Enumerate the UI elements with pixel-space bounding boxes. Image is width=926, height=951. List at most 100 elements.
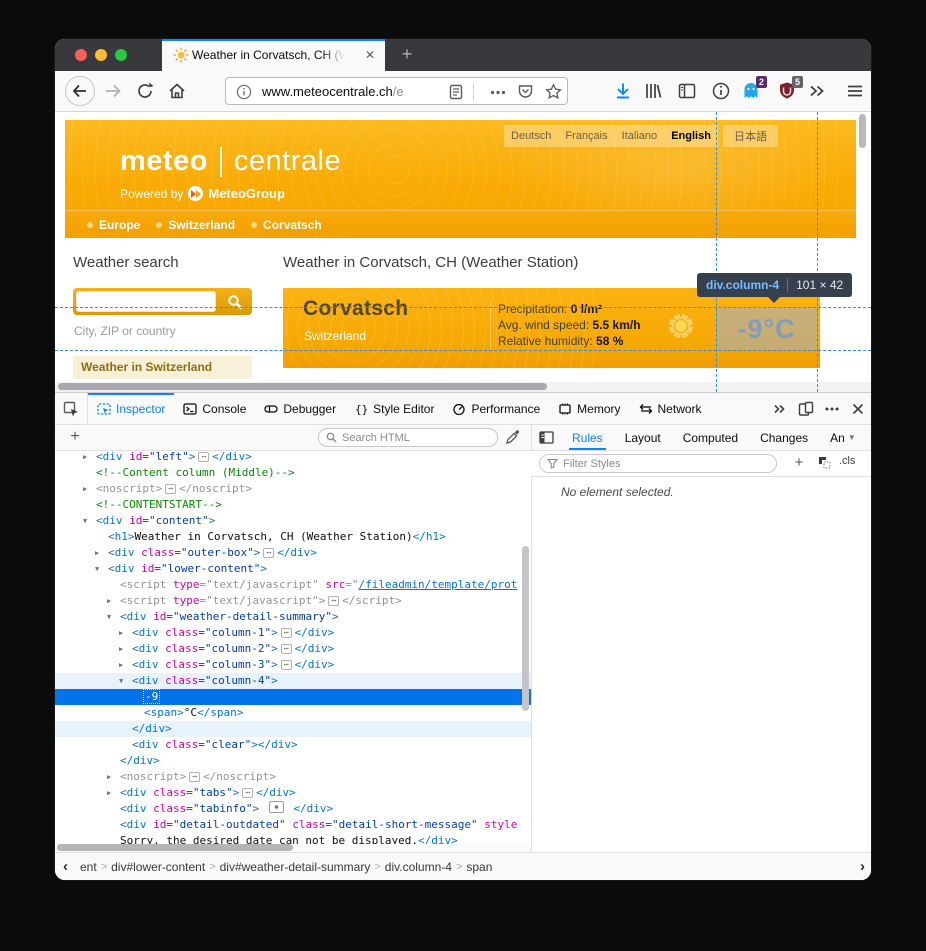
bookmark-star-icon[interactable] xyxy=(545,83,562,100)
breadcrumb-scroll-right-icon[interactable]: › xyxy=(860,858,865,875)
markup-horizontal-scrollbar-thumb[interactable] xyxy=(57,844,293,851)
markup-row[interactable]: <h1>Weather in Corvatsch, CH (Weather St… xyxy=(55,529,531,545)
site-logo[interactable]: meteo centrale xyxy=(120,145,341,178)
markup-row[interactable]: ▶<div class="tabs">⋯</div> xyxy=(55,785,531,801)
url-text[interactable]: www.meteocentrale.ch/e xyxy=(262,84,404,99)
ublock-icon[interactable]: 5 xyxy=(777,81,797,101)
expand-arrow-icon[interactable]: ▶ xyxy=(107,785,111,801)
site-breadcrumb-item[interactable]: Switzerland xyxy=(156,218,235,232)
downloads-icon[interactable] xyxy=(613,81,633,101)
collapse-arrow-icon[interactable]: ▼ xyxy=(119,673,123,689)
language-link-0[interactable]: Deutsch xyxy=(505,130,557,142)
markup-row[interactable]: ▶<script type="text/javascript">⋯</scrip… xyxy=(55,593,531,609)
ellipsis-pill[interactable]: ⋯ xyxy=(189,772,200,782)
cls-button[interactable]: .cls xyxy=(839,455,856,467)
tab-close-icon[interactable]: ✕ xyxy=(362,47,378,63)
markup-row[interactable]: ▶<noscript>⋯</noscript> xyxy=(55,481,531,497)
expand-arrow-icon[interactable]: ▶ xyxy=(95,545,99,561)
markup-vertical-scrollbar-thumb[interactable] xyxy=(522,546,529,711)
markup-row[interactable]: <script type="text/javascript" src="/fil… xyxy=(55,577,531,593)
devtools-tab-network[interactable]: Network xyxy=(630,393,711,424)
hamburger-menu-icon[interactable] xyxy=(845,81,865,101)
forward-button[interactable] xyxy=(103,81,123,101)
url-bar[interactable]: www.meteocentrale.ch/e xyxy=(225,77,568,105)
markup-row[interactable]: ▶<div class="column-1">⋯</div> xyxy=(55,625,531,641)
collapse-arrow-icon[interactable]: ▼ xyxy=(83,513,87,529)
sidebar-tab-rules[interactable]: Rules xyxy=(561,425,614,450)
devtools-meatball-menu-icon[interactable] xyxy=(819,407,845,411)
ellipsis-pill[interactable]: ⋯ xyxy=(198,452,209,462)
sidebar-tab-computed[interactable]: Computed xyxy=(672,425,749,450)
page-horizontal-scrollbar-thumb[interactable] xyxy=(58,383,547,390)
page-vertical-scrollbar-thumb[interactable] xyxy=(859,114,866,148)
library-icon[interactable] xyxy=(643,81,663,101)
markup-row[interactable]: <!--CONTENTSTART--> xyxy=(55,497,531,513)
browser-tab[interactable]: Weather in Corvatsch, CH (Wea ✕ xyxy=(162,39,385,71)
markup-row[interactable]: <span>°C</span> xyxy=(55,705,531,721)
ellipsis-pill[interactable]: ⋯ xyxy=(281,628,292,638)
devtools-breadcrumb-item[interactable]: span xyxy=(466,860,492,874)
language-link-3[interactable]: English xyxy=(665,130,717,142)
ellipsis-pill[interactable]: ⋯ xyxy=(281,660,292,670)
markup-row[interactable]: ▶<div id="left">⋯</div> xyxy=(55,449,531,465)
panel-divider[interactable] xyxy=(531,425,532,852)
sidebar-link-switzerland[interactable]: Weather in Switzerland xyxy=(73,356,252,379)
extension-info-icon[interactable] xyxy=(711,81,731,101)
responsive-design-mode-icon[interactable] xyxy=(793,401,819,417)
pocket-icon[interactable] xyxy=(517,83,534,100)
sidebar-tab-layout[interactable]: Layout xyxy=(614,425,672,450)
devtools-breadcrumb-item[interactable]: div.column-4 xyxy=(385,860,452,874)
language-link-1[interactable]: Français xyxy=(559,130,613,142)
language-link-4[interactable]: 日本語 xyxy=(728,128,773,144)
devtools-close-icon[interactable] xyxy=(845,403,871,415)
pseudo-class-icon[interactable] xyxy=(818,456,831,469)
ellipsis-pill[interactable]: ⋯ xyxy=(242,788,253,798)
markup-row[interactable]: ▶<div class="column-2">⋯</div> xyxy=(55,641,531,657)
collapse-sidebar-icon[interactable] xyxy=(531,425,561,450)
markup-row[interactable]: <div class="tabinfo"> </div> xyxy=(55,801,531,817)
expand-arrow-icon[interactable]: ▶ xyxy=(107,769,111,785)
markup-row[interactable]: </div> xyxy=(55,753,531,769)
markup-row[interactable]: ▶<noscript>⋯</noscript> xyxy=(55,769,531,785)
breadcrumb-scroll-left-icon[interactable]: ‹ xyxy=(63,858,68,875)
site-info-icon[interactable] xyxy=(236,84,252,100)
more-tools-chevron-icon[interactable] xyxy=(767,402,793,416)
markup-row[interactable]: ▼<div id="weather-detail-summary"> xyxy=(55,609,531,625)
markup-row[interactable]: ▼<div id="lower-content"> xyxy=(55,561,531,577)
expand-arrow-icon[interactable]: ▶ xyxy=(119,625,123,641)
site-breadcrumb-item[interactable]: Europe xyxy=(87,218,140,232)
markup-row[interactable]: ▼<div class="column-4"> xyxy=(55,673,531,689)
page-horizontal-scrollbar[interactable] xyxy=(55,382,871,392)
markup-row[interactable]: ▶<div class="outer-box">⋯</div> xyxy=(55,545,531,561)
markup-row[interactable]: ▶<div class="column-3">⋯</div> xyxy=(55,657,531,673)
markup-row[interactable]: ▼<div id="content"> xyxy=(55,513,531,529)
markup-row[interactable]: <div class="clear"></div> xyxy=(55,737,531,753)
overflow-menu-icon[interactable] xyxy=(807,81,827,101)
zoom-window-button[interactable] xyxy=(115,49,127,61)
ellipsis-pill[interactable]: ⋯ xyxy=(165,484,176,494)
site-breadcrumb-item[interactable]: Corvatsch xyxy=(251,218,322,232)
ellipsis-pill[interactable]: ⋯ xyxy=(328,596,339,606)
add-rule-button[interactable]: + xyxy=(789,452,809,474)
expand-arrow-icon[interactable]: ▶ xyxy=(83,481,87,497)
devtools-breadcrumb-item[interactable]: ent xyxy=(80,860,97,874)
reader-mode-icon[interactable] xyxy=(448,84,464,100)
search-button[interactable] xyxy=(220,290,250,313)
devtools-breadcrumb-item[interactable]: div#lower-content xyxy=(111,860,205,874)
search-input[interactable] xyxy=(76,291,216,312)
markup-row[interactable]: <!--Content column (Middle)--> xyxy=(55,465,531,481)
devtools-breadcrumb-item[interactable]: div#weather-detail-summary xyxy=(220,860,371,874)
markup-horizontal-scrollbar[interactable] xyxy=(55,844,531,852)
back-button[interactable] xyxy=(65,76,95,106)
ellipsis-pill[interactable]: ⋯ xyxy=(263,548,274,558)
ghostery-icon[interactable]: 2 xyxy=(741,81,761,101)
sidebar-tab-an[interactable]: An▼ xyxy=(819,425,867,450)
language-link-2[interactable]: Italiano xyxy=(616,130,663,142)
markup-row[interactable]: </div> xyxy=(55,721,531,737)
expand-arrow-icon[interactable]: ▶ xyxy=(107,593,111,609)
filter-styles-input[interactable]: Filter Styles xyxy=(539,454,777,473)
expand-arrow-icon[interactable]: ▶ xyxy=(119,641,123,657)
new-tab-button[interactable]: + xyxy=(395,43,419,67)
sidebar-toggle-icon[interactable] xyxy=(677,81,697,101)
minimize-window-button[interactable] xyxy=(95,49,107,61)
